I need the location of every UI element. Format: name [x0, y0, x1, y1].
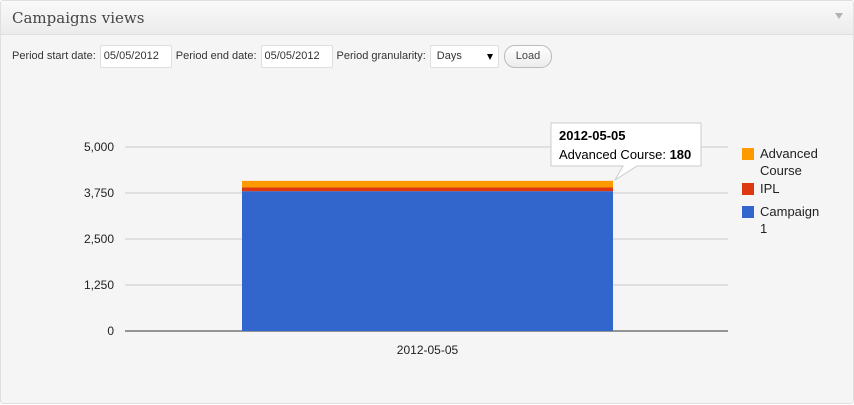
y-tick-label: 0: [107, 324, 114, 338]
legend-label[interactable]: 1: [760, 221, 767, 236]
y-tick-label: 1,250: [84, 278, 114, 292]
legend-label[interactable]: Advanced: [760, 146, 818, 161]
legend-swatch[interactable]: [742, 183, 754, 195]
legend-label[interactable]: Campaign: [760, 204, 819, 219]
legend-swatch[interactable]: [742, 206, 754, 218]
tooltip-label: Advanced Course: 180: [559, 147, 691, 162]
x-tick-label: 2012-05-05: [397, 343, 459, 357]
y-tick-label: 5,000: [84, 140, 114, 154]
y-tick-label: 2,500: [84, 232, 114, 246]
y-tick-label: 3,750: [84, 186, 114, 200]
bar-segment-advanced-course[interactable]: [242, 180, 613, 188]
campaigns-chart: 5,000 3,750 2,500 1,250 0 2012-05-05 Advanced C…: [84, 122, 819, 357]
tooltip-title: 2012-05-05: [559, 128, 626, 143]
tooltip-value: 180: [670, 147, 692, 162]
legend-label[interactable]: Course: [760, 163, 802, 178]
legend-label[interactable]: IPL: [760, 181, 780, 196]
legend-swatch[interactable]: [742, 148, 754, 160]
bar-segment-ipl[interactable]: [242, 187, 613, 192]
bar-segment-campaign-1[interactable]: [242, 191, 613, 331]
campaigns-views-widget: Campaigns views Period start date: Perio…: [0, 0, 854, 404]
